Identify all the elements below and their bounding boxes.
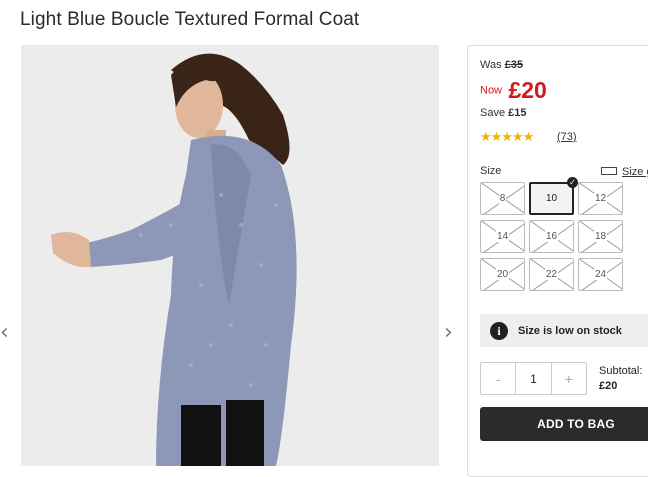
- size-option-label: 12: [593, 193, 608, 204]
- chevron-left-icon[interactable]: ‹: [0, 322, 9, 344]
- size-option-24[interactable]: 24: [578, 258, 623, 291]
- reviews-link[interactable]: (73): [557, 131, 577, 143]
- info-icon: i: [490, 321, 508, 340]
- quantity-stepper: - 1 +: [480, 362, 587, 395]
- product-purchase-panel: Was £35 Now £20 Save £15 ★★★★★ (73) Size…: [467, 45, 648, 477]
- product-image: [21, 45, 439, 466]
- subtotal: Subtotal: £20: [599, 364, 642, 394]
- selected-check-icon: ✓: [567, 177, 578, 188]
- stock-message: Size is low on stock: [518, 324, 622, 337]
- size-option-8[interactable]: 8: [480, 182, 525, 215]
- stock-alert: i Size is low on stock: [480, 314, 648, 347]
- size-option-label: 14: [495, 231, 510, 242]
- now-price: Now £20: [480, 77, 547, 104]
- subtotal-label: Subtotal:: [599, 365, 643, 377]
- was-price: Was £35: [480, 59, 523, 71]
- size-option-16[interactable]: 16: [529, 220, 574, 253]
- now-amount: £20: [508, 77, 547, 103]
- size-option-20[interactable]: 20: [480, 258, 525, 291]
- size-option-label: 18: [593, 231, 608, 242]
- now-label: Now: [480, 84, 503, 97]
- quantity-increase-button[interactable]: +: [552, 363, 586, 394]
- star-rating-icon: ★★★★★: [480, 130, 534, 145]
- size-label: Size: [480, 165, 502, 177]
- size-option-label: 10: [545, 193, 558, 204]
- was-amount: £35: [504, 59, 524, 71]
- ruler-icon: [601, 167, 617, 176]
- size-option-label: 8: [498, 193, 507, 204]
- chevron-right-icon[interactable]: ›: [444, 322, 453, 344]
- quantity-input[interactable]: 1: [515, 363, 552, 394]
- size-option-10[interactable]: 10: [529, 182, 574, 215]
- product-title: Light Blue Boucle Textured Formal Coat: [20, 9, 360, 30]
- save-amount: Save £15: [480, 107, 527, 119]
- size-option-label: 16: [544, 231, 559, 242]
- size-option-18[interactable]: 18: [578, 220, 623, 253]
- size-option-22[interactable]: 22: [529, 258, 574, 291]
- size-option-label: 24: [593, 269, 608, 280]
- quantity-decrease-button[interactable]: -: [481, 363, 515, 394]
- save-value: £15: [508, 107, 527, 119]
- size-option-label: 22: [544, 269, 559, 280]
- was-label: Was: [480, 59, 502, 71]
- save-label: Save: [480, 107, 506, 119]
- size-guide-label: Size guide: [622, 166, 648, 178]
- add-to-bag-button[interactable]: ADD TO BAG: [480, 407, 648, 441]
- size-option-14[interactable]: 14: [480, 220, 525, 253]
- size-option-label: 20: [495, 269, 510, 280]
- size-guide-link[interactable]: Size guide: [601, 166, 648, 178]
- subtotal-value: £20: [599, 380, 618, 392]
- size-option-12[interactable]: 12: [578, 182, 623, 215]
- coat-model-image: [21, 45, 439, 466]
